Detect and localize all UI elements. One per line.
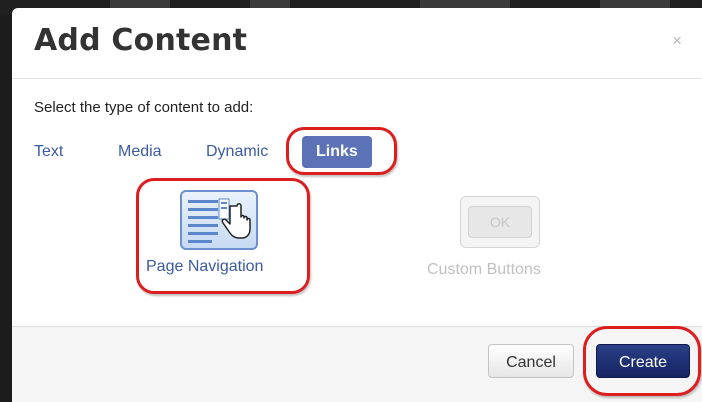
ok-button-icon: OK (460, 196, 540, 248)
custom-buttons-label: Custom Buttons (427, 261, 541, 278)
ok-button-preview: OK (468, 206, 532, 238)
page-navigation-icon (180, 190, 258, 250)
create-button[interactable]: Create (596, 344, 690, 378)
content-type-tabs: Text Media Dynamic Links (12, 136, 702, 168)
add-content-dialog: Add Content × Select the type of content… (12, 8, 702, 402)
tab-dynamic[interactable]: Dynamic (206, 136, 268, 168)
page-navigation-label: Page Navigation (146, 258, 264, 275)
content-type-prompt: Select the type of content to add: (34, 99, 254, 116)
hand-pointer-icon (218, 198, 251, 239)
tab-links[interactable]: Links (302, 136, 372, 168)
close-icon[interactable]: × (672, 32, 682, 49)
tab-text[interactable]: Text (34, 136, 63, 168)
dialog-title: Add Content (34, 23, 248, 58)
dialog-header: Add Content × (12, 8, 702, 79)
tab-media[interactable]: Media (118, 136, 162, 168)
cancel-button[interactable]: Cancel (488, 344, 574, 378)
